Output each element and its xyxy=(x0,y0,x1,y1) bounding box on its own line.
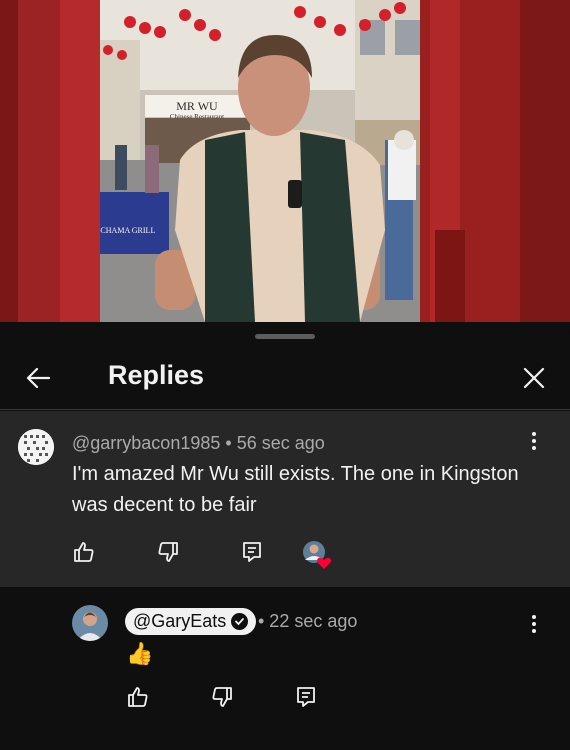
dislike-icon xyxy=(212,687,232,707)
sheet-header: Replies xyxy=(0,346,570,410)
banner-text: OCHAMA GRILL xyxy=(95,226,156,235)
more-vert-icon xyxy=(532,614,536,635)
reply-button[interactable] xyxy=(238,538,266,566)
dislike-icon xyxy=(158,542,178,562)
reply-comment: @GaryEats • 22 sec ago 👍 xyxy=(0,587,570,750)
creator-author-chip[interactable]: @GaryEats xyxy=(125,608,257,635)
reply-menu-button[interactable] xyxy=(522,609,546,639)
avatar[interactable] xyxy=(18,429,54,465)
video-frame: MR WU Chinese Restaurant OCHAMA GRILL xyxy=(0,0,570,322)
dislike-button[interactable] xyxy=(208,683,236,711)
like-button[interactable] xyxy=(70,538,98,566)
comment-meta: @garrybacon1985 • 56 sec ago xyxy=(72,433,325,454)
back-arrow-icon xyxy=(26,367,51,389)
comment-actions xyxy=(70,538,266,566)
reply-text: 👍 xyxy=(126,641,154,666)
reply-avatar[interactable] xyxy=(72,605,108,641)
shop-sign: MR WU xyxy=(176,99,218,113)
reply-actions xyxy=(124,683,320,711)
like-icon xyxy=(128,687,148,707)
avatar-photo-icon xyxy=(72,605,108,641)
drag-handle[interactable] xyxy=(255,334,315,339)
sheet-title: Replies xyxy=(108,360,205,390)
reply-icon xyxy=(297,687,315,707)
avatar-pattern-icon xyxy=(18,429,54,465)
dislike-button[interactable] xyxy=(154,538,182,566)
reply-button[interactable] xyxy=(292,683,320,711)
comment-time: 56 sec ago xyxy=(236,433,325,453)
meta-separator: • xyxy=(225,433,232,453)
close-button[interactable] xyxy=(514,358,554,398)
comment-author[interactable]: @garrybacon1985 xyxy=(72,433,220,453)
comment-text: I'm amazed Mr Wu still exists. The one i… xyxy=(72,463,519,516)
reply-icon xyxy=(243,542,261,562)
creator-heart-icon xyxy=(303,541,332,569)
verified-check-icon xyxy=(231,613,249,630)
like-icon xyxy=(74,542,94,562)
reply-time: • 22 sec ago xyxy=(258,611,358,631)
reply-author: @GaryEats xyxy=(133,611,227,631)
close-icon xyxy=(523,367,545,389)
creator-heart-badge[interactable] xyxy=(302,540,332,570)
replies-sheet: Replies @garrybacon1985 • 56 sec ago I'm… xyxy=(0,322,570,750)
like-button[interactable] xyxy=(124,683,152,711)
comment-menu-button[interactable] xyxy=(522,426,546,456)
video-player[interactable]: MR WU Chinese Restaurant OCHAMA GRILL xyxy=(0,0,570,322)
more-vert-icon xyxy=(532,431,536,452)
back-button[interactable] xyxy=(18,358,58,398)
parent-comment: @garrybacon1985 • 56 sec ago I'm amazed … xyxy=(0,411,570,587)
